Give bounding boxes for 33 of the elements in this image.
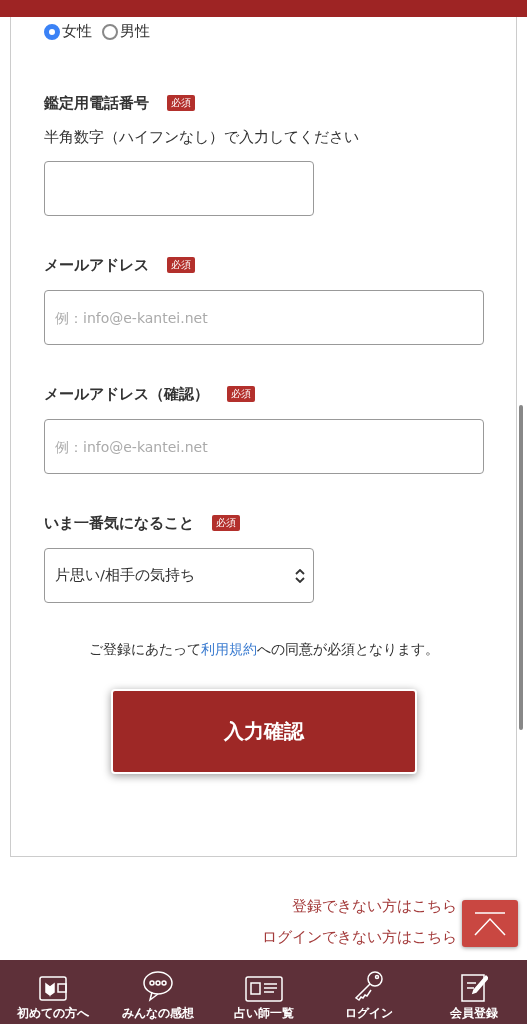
radio-icon[interactable]: [102, 23, 118, 40]
nav-item[interactable]: ログイン: [316, 960, 422, 1024]
required-badge: 必須: [227, 386, 255, 402]
field-label: メールアドレス: [44, 255, 149, 275]
help-link[interactable]: 登録できない方はこちら: [292, 897, 457, 916]
nav-item[interactable]: みんなの感想: [105, 960, 211, 1024]
required-badge: 必須: [167, 95, 195, 111]
select-field[interactable]: 片思い/相手の気持ち: [44, 548, 314, 603]
chat-bubble-icon: [142, 970, 175, 1002]
help-link[interactable]: ログインできない方はこちら: [262, 928, 457, 947]
consent-text: ご登録にあたって利用規約への同意が必須となります。: [87, 641, 440, 659]
gender-radio[interactable]: 男性: [102, 22, 150, 41]
nav-item[interactable]: 占い師一覧: [210, 960, 317, 1024]
input-field[interactable]: 例：info@e-kantei.net: [44, 419, 484, 474]
field-hint: 半角数字（ハイフンなし）で入力してください: [44, 128, 360, 147]
back-to-top-button[interactable]: [462, 900, 518, 947]
field-label: 鑑定用電話番号: [44, 93, 149, 113]
field-label: いま一番気になること: [44, 513, 194, 533]
up-chevron-icon: [473, 910, 507, 937]
input-field[interactable]: [44, 161, 314, 216]
gender-radio[interactable]: 女性: [44, 22, 92, 41]
confirm-button[interactable]: 入力確認: [110, 689, 417, 774]
id-card-icon: [244, 976, 283, 1002]
required-badge: 必須: [167, 257, 195, 273]
terms-link[interactable]: 利用規約: [200, 641, 257, 657]
input-field[interactable]: 例：info@e-kantei.net: [44, 290, 484, 345]
field-label: メールアドレス（確認）: [44, 384, 209, 404]
required-badge: 必須: [212, 515, 240, 531]
key-icon: [352, 970, 385, 1002]
nav-item[interactable]: 初めての方へ: [0, 960, 106, 1024]
radio-icon[interactable]: [44, 23, 60, 40]
nav-item[interactable]: 会員登録: [421, 960, 527, 1024]
updown-caret-icon: [295, 568, 305, 583]
